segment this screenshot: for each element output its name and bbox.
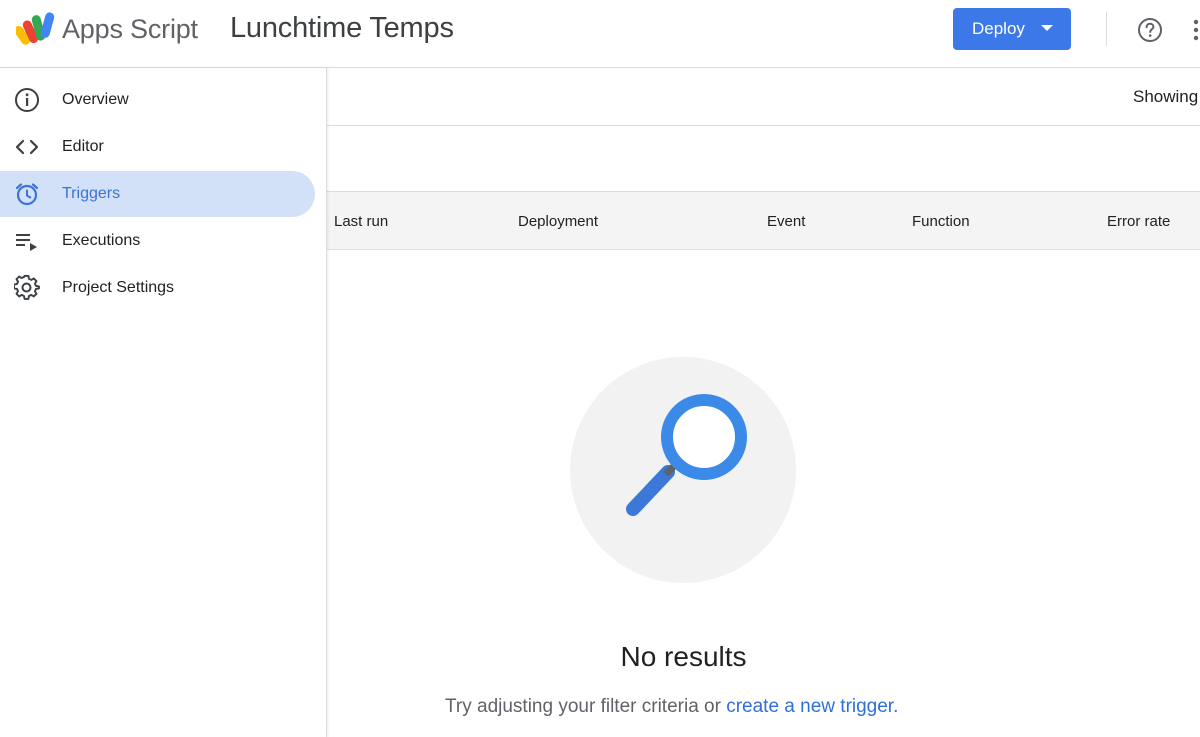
deploy-button[interactable]: Deploy (953, 8, 1071, 50)
triggers-table-header: Last run Deployment Event Function Error… (327, 191, 1200, 250)
column-header-error-rate[interactable]: Error rate (1107, 213, 1170, 230)
column-header-deployment[interactable]: Deployment (518, 213, 598, 230)
code-icon (15, 139, 39, 155)
search-icon (626, 394, 747, 516)
deploy-button-label: Deploy (972, 19, 1025, 38)
header-divider (1106, 12, 1107, 46)
sidebar-item-label: Overview (62, 91, 129, 108)
project-title[interactable]: Lunchtime Temps (230, 12, 454, 45)
empty-state-hint: Try adjusting your filter criteria or cr… (445, 696, 898, 718)
sidebar-item-label: Executions (62, 232, 141, 249)
sidebar-item-label: Project Settings (62, 279, 175, 296)
triggers-main-panel: Showing Last run Deployment Event Functi… (327, 68, 1200, 737)
app-name[interactable]: Apps Script (62, 14, 198, 45)
playlist-play-icon (16, 234, 37, 251)
info-icon (15, 88, 39, 112)
sidebar-item-overview[interactable]: Overview (0, 77, 315, 123)
filter-row[interactable] (327, 126, 1200, 191)
gear-icon (14, 275, 40, 300)
more-vert-icon[interactable] (1192, 17, 1200, 43)
showing-label: Showing (1133, 87, 1199, 106)
help-circle-icon[interactable] (1137, 17, 1163, 43)
empty-state-illustration (570, 357, 796, 583)
alarm-clock-icon (15, 183, 39, 206)
sidebar-item-project-settings[interactable]: Project Settings (0, 265, 315, 311)
toolbar-row: Showing (327, 68, 1200, 126)
column-header-last-run[interactable]: Last run (334, 213, 388, 230)
column-header-event[interactable]: Event (767, 213, 805, 230)
apps-script-logo-icon[interactable] (16, 12, 56, 46)
sidebar-item-executions[interactable]: Executions (0, 218, 315, 264)
sidebar-nav: Overview Editor Triggers Executions Proj… (0, 68, 327, 737)
sidebar-item-triggers[interactable]: Triggers (0, 171, 315, 217)
sidebar-item-label: Editor (62, 138, 104, 155)
column-header-function[interactable]: Function (912, 213, 970, 230)
create-trigger-link[interactable]: create a new trigger. (726, 696, 898, 717)
sidebar-item-label: Triggers (62, 185, 121, 202)
sidebar-item-editor[interactable]: Editor (0, 124, 315, 170)
caret-down-icon (1041, 25, 1053, 31)
empty-state-title: No results (620, 641, 747, 672)
empty-state-hint-text: Try adjusting your filter criteria or (445, 696, 721, 717)
app-header: Apps Script Lunchtime Temps Deploy (0, 0, 1200, 68)
